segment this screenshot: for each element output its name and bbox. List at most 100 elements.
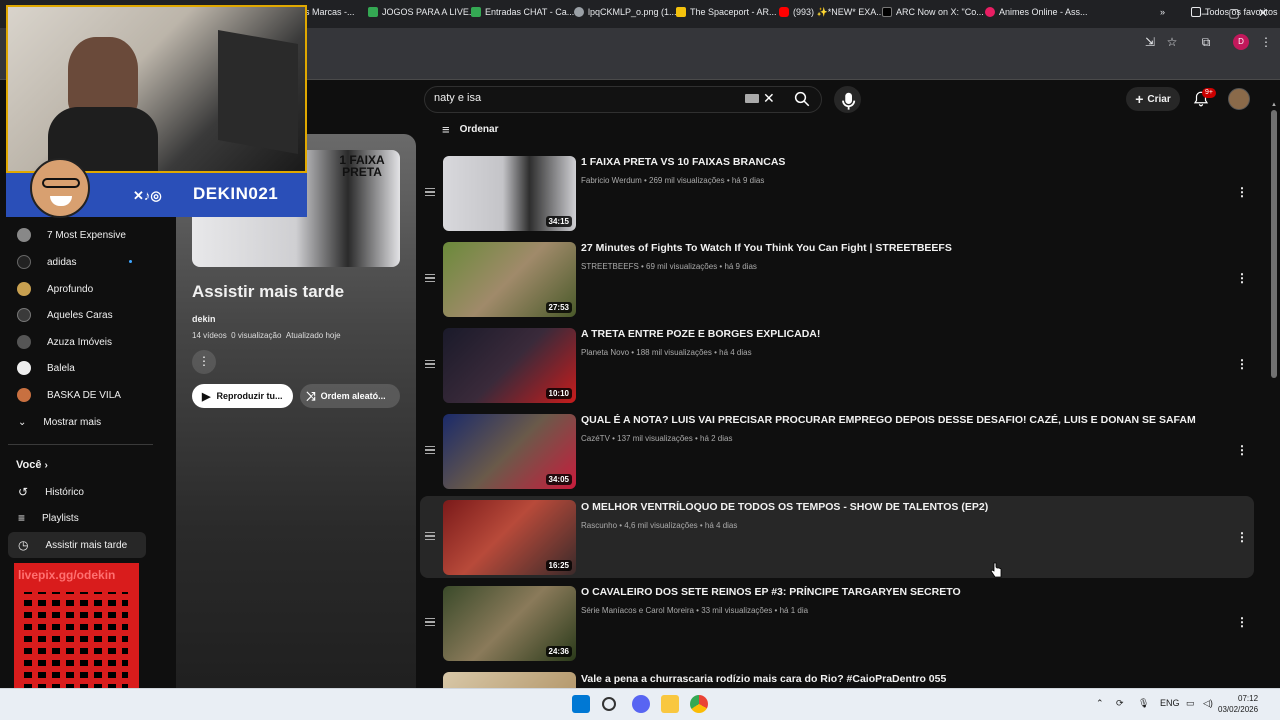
video-title[interactable]: O MELHOR VENTRÍLOQUO DE TODOS OS TEMPOS … bbox=[581, 501, 988, 513]
video-title[interactable]: 1 FAIXA PRETA VS 10 FAIXAS BRANCAS bbox=[581, 156, 785, 168]
nav-watch-later[interactable]: ◷ Assistir mais tarde bbox=[8, 532, 146, 558]
video-duration: 34:05 bbox=[545, 474, 572, 485]
profile-avatar[interactable]: D bbox=[1233, 34, 1249, 50]
playlist-video-row[interactable]: 10:10 A TRETA ENTRE POZE E BORGES EXPLIC… bbox=[420, 326, 1254, 408]
drag-handle-icon[interactable] bbox=[425, 446, 435, 454]
video-title[interactable]: Vale a pena a churrascaria rodízio mais … bbox=[581, 673, 946, 685]
video-thumbnail[interactable]: 34:15 bbox=[443, 156, 576, 231]
network-icon[interactable]: ▭ bbox=[1186, 698, 1195, 709]
bookmark-item[interactable]: Entradas CHAT - Ca... bbox=[471, 4, 574, 20]
video-title[interactable]: O CAVALEIRO DOS SETE REINOS EP #3: PRÍNC… bbox=[581, 586, 961, 598]
video-menu-icon[interactable]: ⋮ bbox=[1236, 356, 1248, 372]
tray-overflow-icon[interactable]: ⌃ bbox=[1096, 698, 1104, 709]
language-indicator[interactable]: ENG bbox=[1160, 698, 1180, 708]
show-more-button[interactable]: ⌄ Mostrar mais bbox=[8, 409, 146, 435]
video-thumbnail[interactable]: 10:10 bbox=[443, 328, 576, 403]
account-avatar[interactable] bbox=[1228, 88, 1250, 110]
video-title[interactable]: A TRETA ENTRE POZE E BORGES EXPLICADA! bbox=[581, 328, 820, 340]
playlist-video-row[interactable]: 27:53 27 Minutes of Fights To Watch If Y… bbox=[420, 240, 1254, 322]
playlist-owner[interactable]: dekin bbox=[192, 314, 216, 324]
video-thumbnail[interactable] bbox=[443, 672, 576, 688]
search-query-text[interactable]: naty e isa bbox=[434, 92, 481, 104]
sheets-icon bbox=[471, 7, 481, 17]
shuffle-button[interactable]: ⤨ Ordem aleató... bbox=[300, 384, 400, 408]
playlist-video-row[interactable]: 16:25 O MELHOR VENTRÍLOQUO DE TODOS OS T… bbox=[420, 496, 1254, 578]
social-icons: ✕♪◎ bbox=[133, 188, 162, 203]
subscription-item[interactable]: 7 Most Expensive bbox=[8, 222, 146, 248]
video-title[interactable]: 27 Minutes of Fights To Watch If You Thi… bbox=[581, 242, 952, 254]
subscription-item[interactable]: adidas bbox=[8, 249, 146, 275]
search-taskbar-icon[interactable] bbox=[602, 697, 616, 711]
keyboard-icon[interactable] bbox=[745, 94, 759, 103]
subscription-item[interactable]: Aqueles Caras bbox=[8, 302, 146, 328]
bookmark-item[interactable]: ARC Now on X: "Co... bbox=[882, 4, 984, 20]
browser-menu-icon[interactable]: ⋮ bbox=[1258, 34, 1274, 50]
bookmarks-overflow-icon[interactable]: » bbox=[1160, 4, 1165, 20]
discord-icon[interactable] bbox=[632, 695, 650, 713]
channel-avatar bbox=[17, 335, 31, 349]
video-menu-icon[interactable]: ⋮ bbox=[1236, 270, 1248, 286]
playlist-video-row[interactable]: 34:15 1 FAIXA PRETA VS 10 FAIXAS BRANCAS… bbox=[420, 154, 1254, 236]
subscription-item[interactable]: Azuza Imóveis bbox=[8, 329, 146, 355]
play-all-button[interactable]: ▶ Reproduzir tu... bbox=[192, 384, 293, 408]
channel-avatar bbox=[17, 361, 31, 375]
hand-cursor-icon bbox=[990, 562, 1002, 578]
playlist-video-row[interactable]: Vale a pena a churrascaria rodízio mais … bbox=[420, 670, 1254, 688]
subscription-item[interactable]: BASKA DE VILA bbox=[8, 382, 146, 408]
subscription-item[interactable]: Aprofundo bbox=[8, 276, 146, 302]
all-bookmarks-folder[interactable]: Todos os favoritos bbox=[1191, 4, 1278, 20]
clear-search-icon[interactable]: ✕ bbox=[763, 91, 777, 105]
you-section-header[interactable]: Você › bbox=[16, 459, 48, 471]
bookmark-item[interactable]: JOGOS PARA A LIVE... bbox=[368, 4, 476, 20]
bookmark-item[interactable]: The Spaceport - AR... bbox=[676, 4, 777, 20]
playlist-more-icon[interactable]: ⋮ bbox=[192, 350, 216, 374]
video-meta: Série Maníacos e Carol Moreira • 33 mil … bbox=[581, 606, 809, 615]
video-menu-icon[interactable]: ⋮ bbox=[1236, 614, 1248, 630]
extensions-icon[interactable]: ⧉ bbox=[1198, 34, 1214, 50]
bookmark-item[interactable]: (993) ✨*NEW* EXA... bbox=[779, 4, 884, 20]
page-scrollbar[interactable] bbox=[1271, 110, 1277, 378]
windows-start-icon[interactable] bbox=[572, 695, 590, 713]
drag-handle-icon[interactable] bbox=[425, 532, 435, 540]
drag-handle-icon[interactable] bbox=[425, 618, 435, 626]
drag-handle-icon[interactable] bbox=[425, 274, 435, 282]
sort-button[interactable]: ≡ Ordenar bbox=[442, 122, 499, 137]
playlist-title: Assistir mais tarde bbox=[192, 282, 345, 301]
file-explorer-icon[interactable] bbox=[661, 695, 679, 713]
volume-icon[interactable]: ◁) bbox=[1203, 698, 1213, 709]
nav-playlists[interactable]: ≡ Playlists bbox=[8, 505, 146, 531]
sync-icon[interactable]: ⟳ bbox=[1116, 698, 1124, 709]
subscription-item[interactable]: Balela bbox=[8, 355, 146, 381]
mic-tray-icon[interactable]: 🎙 bbox=[1138, 698, 1149, 709]
spaceport-icon bbox=[676, 7, 686, 17]
video-thumbnail[interactable]: 27:53 bbox=[443, 242, 576, 317]
youtube-icon bbox=[779, 7, 789, 17]
create-button[interactable]: + Criar bbox=[1126, 87, 1180, 111]
video-thumbnail[interactable]: 24:36 bbox=[443, 586, 576, 661]
sort-icon: ≡ bbox=[442, 122, 450, 137]
playlist-video-row[interactable]: 24:36 O CAVALEIRO DOS SETE REINOS EP #3:… bbox=[420, 584, 1254, 666]
drag-handle-icon[interactable] bbox=[425, 188, 435, 196]
search-icon[interactable] bbox=[793, 90, 811, 108]
livepix-url: livepix.gg/odekin bbox=[18, 568, 116, 582]
bookmark-item[interactable]: es Marcas -... bbox=[300, 4, 355, 20]
bookmark-item[interactable]: lpqCKMLP_o.png (1... bbox=[574, 4, 677, 20]
playlist-video-row[interactable]: 34:05 QUAL É A NOTA? LUIS VAI PRECISAR P… bbox=[420, 412, 1254, 494]
nav-history[interactable]: ↺ Histórico bbox=[8, 479, 146, 505]
video-menu-icon[interactable]: ⋮ bbox=[1236, 184, 1248, 200]
taskbar-clock[interactable]: 07:12 03/02/2026 bbox=[1218, 693, 1258, 715]
scroll-up-icon[interactable]: ▲ bbox=[1271, 102, 1277, 108]
video-menu-icon[interactable]: ⋮ bbox=[1236, 442, 1248, 458]
voice-search-button[interactable] bbox=[834, 86, 861, 113]
drag-handle-icon[interactable] bbox=[425, 360, 435, 368]
bookmark-item[interactable]: Animes Online - Ass... bbox=[985, 4, 1088, 20]
install-app-icon[interactable]: ⇲ bbox=[1142, 34, 1158, 50]
video-thumbnail[interactable]: 34:05 bbox=[443, 414, 576, 489]
video-menu-icon[interactable]: ⋮ bbox=[1236, 529, 1248, 545]
video-title[interactable]: QUAL É A NOTA? LUIS VAI PRECISAR PROCURA… bbox=[581, 414, 1196, 426]
video-duration: 10:10 bbox=[545, 388, 572, 399]
bookmark-star-icon[interactable]: ☆ bbox=[1164, 34, 1180, 50]
chevron-right-icon: › bbox=[44, 460, 48, 471]
video-thumbnail[interactable]: 16:25 bbox=[443, 500, 576, 575]
chrome-icon[interactable] bbox=[690, 695, 708, 713]
